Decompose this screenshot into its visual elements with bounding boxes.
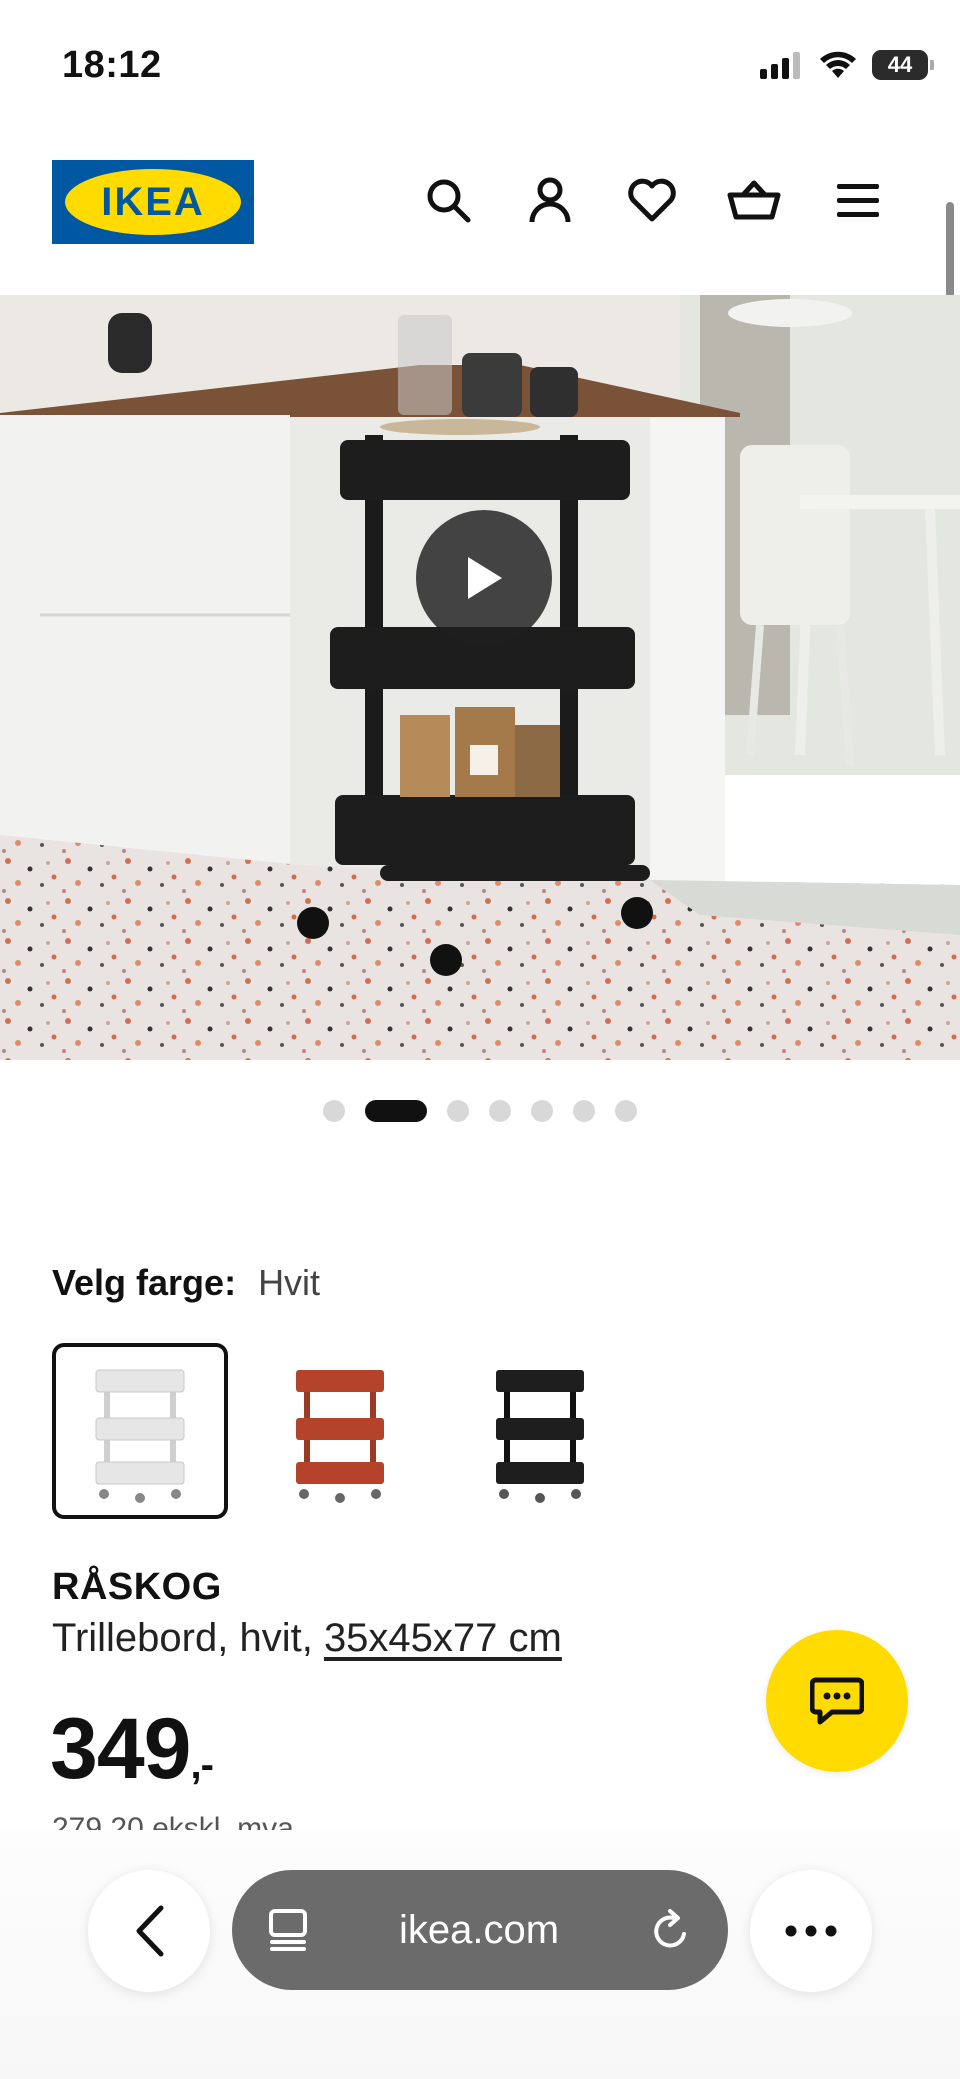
page-scrollbar[interactable]	[946, 202, 954, 308]
wifi-icon	[820, 51, 856, 78]
url-text: ikea.com	[398, 1907, 560, 1952]
carousel-dot[interactable]	[323, 1100, 345, 1122]
black-cart-thumbnail	[496, 1370, 584, 1503]
play-icon	[468, 557, 502, 599]
account-button[interactable]	[522, 172, 578, 228]
price-value: 349	[50, 1701, 191, 1797]
heart-icon	[628, 178, 676, 222]
product-size-link[interactable]: 35x45x77 cm	[324, 1616, 562, 1660]
reload-icon[interactable]	[650, 1908, 692, 1952]
chat-icon	[810, 1677, 864, 1725]
product-name: RÅSKOG	[52, 1566, 222, 1608]
carousel-dot[interactable]	[531, 1100, 553, 1122]
search-button[interactable]	[420, 172, 476, 228]
address-bar[interactable]: ikea.com	[232, 1870, 728, 1990]
basket-icon	[727, 180, 781, 220]
status-time: 18:12	[62, 44, 162, 86]
more-options-button[interactable]	[750, 1870, 872, 1992]
product-price: 349,-	[50, 1700, 214, 1799]
carousel-dot[interactable]	[447, 1100, 469, 1122]
account-icon	[529, 177, 571, 223]
color-swatch-red[interactable]	[252, 1343, 428, 1519]
play-video-button[interactable]	[416, 510, 552, 646]
back-button[interactable]	[88, 1870, 210, 1992]
carousel-dot[interactable]	[615, 1100, 637, 1122]
logo-text: IKEA	[101, 179, 205, 224]
color-selector-header: Velg farge: Hvit	[52, 1262, 320, 1304]
product-photo	[0, 295, 960, 1060]
color-swatch-black[interactable]	[452, 1343, 628, 1519]
search-icon	[427, 179, 471, 223]
favorites-button[interactable]	[624, 172, 680, 228]
price-suffix: ,-	[190, 1743, 214, 1787]
carousel-indicators	[0, 1100, 960, 1122]
status-icons: 44	[760, 50, 934, 80]
chat-button[interactable]	[766, 1630, 908, 1772]
ikea-logo[interactable]: IKEA	[52, 160, 254, 244]
tabs-overview-icon[interactable]	[268, 1908, 308, 1952]
basket-button[interactable]	[726, 172, 782, 228]
chevron-left-icon	[136, 1905, 164, 1957]
battery-icon: 44	[872, 50, 934, 80]
product-description: Trillebord, hvit, 35x45x77 cm	[52, 1616, 562, 1661]
menu-icon	[837, 184, 879, 217]
battery-level: 44	[887, 52, 913, 77]
color-swatch-white[interactable]	[52, 1343, 228, 1519]
product-description-text: Trillebord, hvit,	[52, 1616, 324, 1660]
carousel-dot[interactable]	[573, 1100, 595, 1122]
carousel-dot[interactable]	[365, 1100, 427, 1122]
cellular-signal-icon	[760, 52, 800, 79]
price-excl-vat: 279,20 ekskl. mva.	[52, 1812, 303, 1830]
product-video-thumbnail[interactable]	[0, 295, 960, 1060]
ellipsis-icon	[785, 1925, 837, 1937]
white-cart-thumbnail	[95, 1369, 185, 1503]
red-cart-thumbnail	[296, 1370, 384, 1503]
carousel-dot[interactable]	[489, 1100, 511, 1122]
color-label: Velg farge:	[52, 1262, 237, 1303]
selected-color-value: Hvit	[258, 1262, 321, 1303]
menu-button[interactable]	[830, 172, 886, 228]
